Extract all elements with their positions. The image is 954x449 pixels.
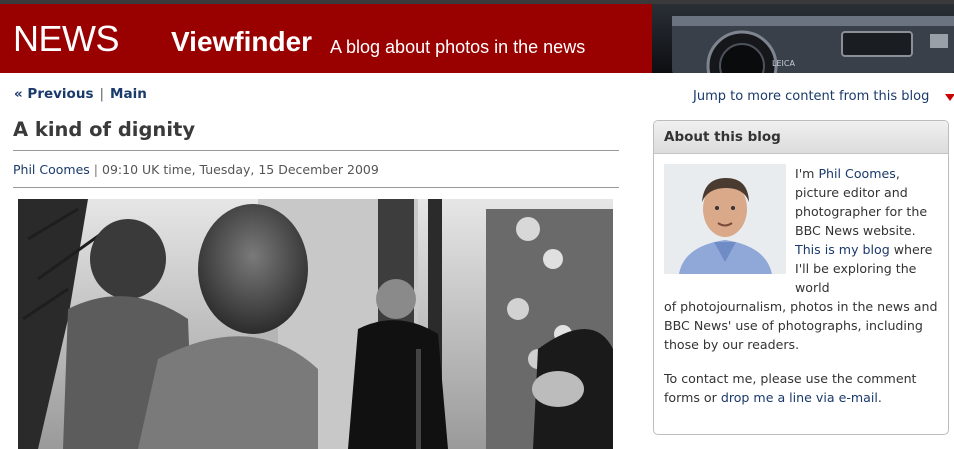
- about-text-fragment: I'm: [795, 166, 819, 181]
- about-this-blog-panel: About this blog I'm Phil Coomes, picture…: [653, 120, 949, 435]
- about-panel-title: About this blog: [664, 129, 781, 145]
- blog-tagline: A blog about photos in the news: [330, 37, 586, 57]
- my-blog-link[interactable]: This is my blog: [795, 242, 890, 257]
- post-timestamp: 09:10 UK time, Tuesday, 15 December 2009: [102, 162, 379, 177]
- contact-text: To contact me, please use the comment fo…: [664, 369, 946, 407]
- about-intro-text: I'm Phil Coomes, picture editor and phot…: [795, 164, 945, 297]
- camera-banner-image: LEICA: [652, 4, 954, 73]
- news-logo[interactable]: NEWS: [13, 18, 120, 60]
- svg-text:LEICA: LEICA: [772, 59, 795, 68]
- triangle-down-icon[interactable]: [945, 94, 954, 101]
- masthead-banner: NEWS Viewfinder A blog about photos in t…: [0, 0, 954, 73]
- byline-separator: |: [93, 162, 99, 177]
- street-scene-photo: [18, 199, 613, 449]
- author-profile-link[interactable]: Phil Coomes: [818, 166, 895, 181]
- divider: [13, 150, 619, 151]
- email-link[interactable]: drop me a line via e-mail: [721, 390, 878, 405]
- divider: [13, 187, 619, 188]
- post-title: A kind of dignity: [13, 118, 196, 141]
- about-panel-header: About this blog: [654, 121, 948, 154]
- about-description-text: of photojournalism, photos in the news a…: [664, 299, 938, 352]
- previous-link[interactable]: « Previous: [14, 86, 93, 102]
- main-link[interactable]: Main: [110, 86, 147, 102]
- blog-name[interactable]: Viewfinder: [171, 26, 312, 58]
- author-portrait-photo: [664, 164, 786, 274]
- post-navigation: « Previous | Main: [14, 86, 147, 102]
- contact-text-fragment: .: [877, 390, 882, 405]
- author-link[interactable]: Phil Coomes: [13, 162, 90, 177]
- byline: Phil Coomes | 09:10 UK time, Tuesday, 15 D…: [13, 162, 379, 177]
- nav-separator: |: [99, 86, 105, 102]
- jump-to-content-link[interactable]: Jump to more content from this blog: [693, 89, 929, 104]
